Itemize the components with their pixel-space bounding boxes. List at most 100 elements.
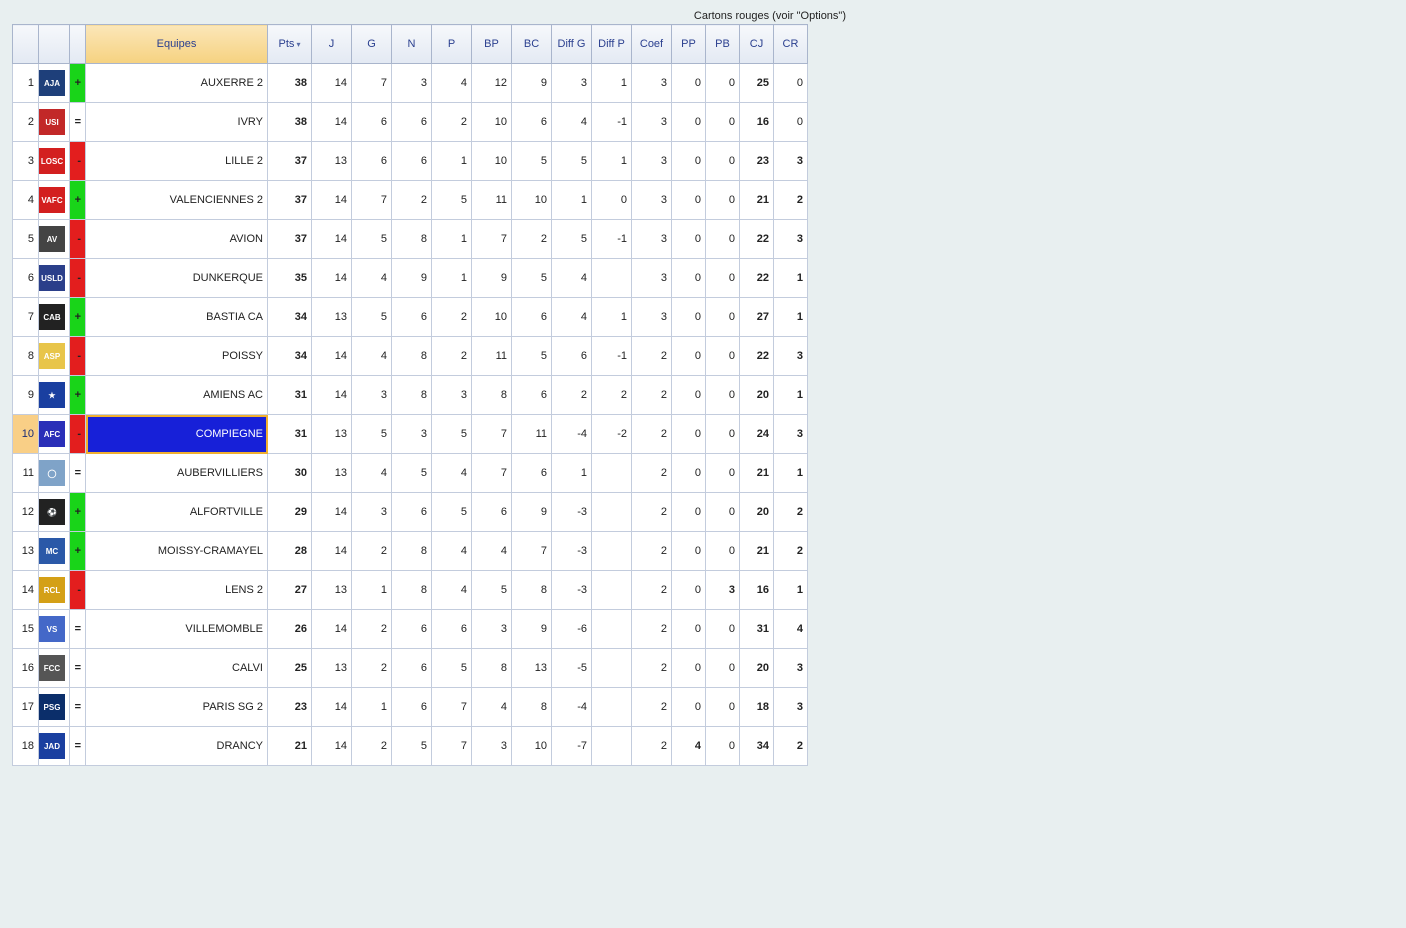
table-row[interactable]: 4VAFC+VALENCIENNES 23714725111010300212	[13, 181, 808, 220]
cell-team[interactable]: BASTIA CA	[86, 298, 268, 337]
cell-pp: 0	[672, 649, 706, 688]
cell-cr: 2	[774, 727, 808, 766]
table-row[interactable]: 1AJA+AUXERRE 2381473412931300250	[13, 64, 808, 103]
table-row[interactable]: 11◯=AUBERVILLIERS3013454761200211	[13, 454, 808, 493]
cell-team[interactable]: LENS 2	[86, 571, 268, 610]
table-row[interactable]: 2USI=IVRY38146621064-1300160	[13, 103, 808, 142]
cell-rank[interactable]: 17	[13, 688, 39, 727]
table-row[interactable]: 9★+AMIENS AC31143838622200201	[13, 376, 808, 415]
cell-diffg: -3	[552, 571, 592, 610]
cell-rank[interactable]: 16	[13, 649, 39, 688]
cell-logo: ◯	[39, 454, 70, 493]
table-row[interactable]: 8ASP-POISSY34144821156-1200223	[13, 337, 808, 376]
cell-coef: 3	[632, 142, 672, 181]
cell-rank[interactable]: 10	[13, 415, 39, 454]
table-row[interactable]: 15VS=VILLEMOMBLE261426639-6200314	[13, 610, 808, 649]
cell-rank[interactable]: 8	[13, 337, 39, 376]
cell-bp: 5	[472, 571, 512, 610]
cell-pb: 0	[706, 610, 740, 649]
cell-logo: RCL	[39, 571, 70, 610]
cell-j: 14	[312, 727, 352, 766]
cell-team[interactable]: PARIS SG 2	[86, 688, 268, 727]
cell-team[interactable]: AVION	[86, 220, 268, 259]
cell-rank[interactable]: 4	[13, 181, 39, 220]
team-logo-icon: ◯	[39, 460, 65, 486]
cell-team[interactable]: ALFORTVILLE	[86, 493, 268, 532]
cell-team[interactable]: DUNKERQUE	[86, 259, 268, 298]
col-cr[interactable]: CR	[774, 25, 808, 64]
table-row[interactable]: 5AV-AVION3714581725-1300223	[13, 220, 808, 259]
cell-team[interactable]: AUBERVILLIERS	[86, 454, 268, 493]
table-row[interactable]: 3LOSC-LILLE 2371366110551300233	[13, 142, 808, 181]
col-j[interactable]: J	[312, 25, 352, 64]
cell-rank[interactable]: 7	[13, 298, 39, 337]
trend-icon: +	[70, 64, 86, 103]
cell-rank[interactable]: 1	[13, 64, 39, 103]
table-row[interactable]: 17PSG=PARIS SG 2231416748-4200183	[13, 688, 808, 727]
cell-pts: 34	[268, 298, 312, 337]
cell-team[interactable]: POISSY	[86, 337, 268, 376]
cell-rank[interactable]: 5	[13, 220, 39, 259]
cell-pts: 23	[268, 688, 312, 727]
cell-pts: 25	[268, 649, 312, 688]
cell-team[interactable]: LILLE 2	[86, 142, 268, 181]
cell-rank[interactable]: 18	[13, 727, 39, 766]
table-row[interactable]: 16FCC=CALVI2513265813-5200203	[13, 649, 808, 688]
cell-cj: 20	[740, 649, 774, 688]
cell-coef: 2	[632, 454, 672, 493]
cell-team[interactable]: AUXERRE 2	[86, 64, 268, 103]
cell-rank[interactable]: 2	[13, 103, 39, 142]
trend-icon: =	[70, 610, 86, 649]
cell-team[interactable]: VILLEMOMBLE	[86, 610, 268, 649]
col-bp[interactable]: BP	[472, 25, 512, 64]
cell-rank[interactable]: 14	[13, 571, 39, 610]
col-p[interactable]: P	[432, 25, 472, 64]
trend-icon: -	[70, 220, 86, 259]
cell-rank[interactable]: 13	[13, 532, 39, 571]
cell-rank[interactable]: 11	[13, 454, 39, 493]
cell-team[interactable]: IVRY	[86, 103, 268, 142]
col-diffg[interactable]: Diff G	[552, 25, 592, 64]
table-row[interactable]: 6USLD-DUNKERQUE3514491954300221	[13, 259, 808, 298]
col-g[interactable]: G	[352, 25, 392, 64]
col-n[interactable]: N	[392, 25, 432, 64]
col-pb[interactable]: PB	[706, 25, 740, 64]
col-team[interactable]: Equipes	[86, 25, 268, 64]
col-pp[interactable]: PP	[672, 25, 706, 64]
cell-bc: 6	[512, 298, 552, 337]
cell-rank[interactable]: 6	[13, 259, 39, 298]
cell-n: 2	[392, 181, 432, 220]
cell-rank[interactable]: 15	[13, 610, 39, 649]
cell-team[interactable]: MOISSY-CRAMAYEL	[86, 532, 268, 571]
team-logo-icon: USI	[39, 109, 65, 135]
col-coef[interactable]: Coef	[632, 25, 672, 64]
cell-diffp	[592, 259, 632, 298]
table-row[interactable]: 14RCL-LENS 2271318458-3203161	[13, 571, 808, 610]
cell-n: 8	[392, 220, 432, 259]
cell-pb: 0	[706, 493, 740, 532]
cell-team[interactable]: AMIENS AC	[86, 376, 268, 415]
cell-bc: 7	[512, 532, 552, 571]
cell-rank[interactable]: 3	[13, 142, 39, 181]
cell-diffg: 4	[552, 103, 592, 142]
col-bc[interactable]: BC	[512, 25, 552, 64]
cell-rank[interactable]: 9	[13, 376, 39, 415]
col-rank[interactable]	[13, 25, 39, 64]
table-row[interactable]: 18JAD=DRANCY2114257310-7240342	[13, 727, 808, 766]
cell-team[interactable]: CALVI	[86, 649, 268, 688]
table-row[interactable]: 7CAB+BASTIA CA341356210641300271	[13, 298, 808, 337]
cell-diffp	[592, 532, 632, 571]
table-row[interactable]: 12⚽+ALFORTVILLE291436569-3200202	[13, 493, 808, 532]
cell-team[interactable]: DRANCY	[86, 727, 268, 766]
table-row[interactable]: 10AFC-COMPIEGNE3113535711-4-2200243	[13, 415, 808, 454]
col-cj[interactable]: CJ	[740, 25, 774, 64]
cell-rank[interactable]: 12	[13, 493, 39, 532]
cell-team[interactable]: VALENCIENNES 2	[86, 181, 268, 220]
col-diffp[interactable]: Diff P	[592, 25, 632, 64]
col-trend[interactable]	[70, 25, 86, 64]
cell-cr: 1	[774, 454, 808, 493]
col-logo[interactable]	[39, 25, 70, 64]
table-row[interactable]: 13MC+MOISSY-CRAMAYEL281428447-3200212	[13, 532, 808, 571]
col-pts[interactable]: Pts▾	[268, 25, 312, 64]
cell-team[interactable]: COMPIEGNE	[86, 415, 268, 454]
